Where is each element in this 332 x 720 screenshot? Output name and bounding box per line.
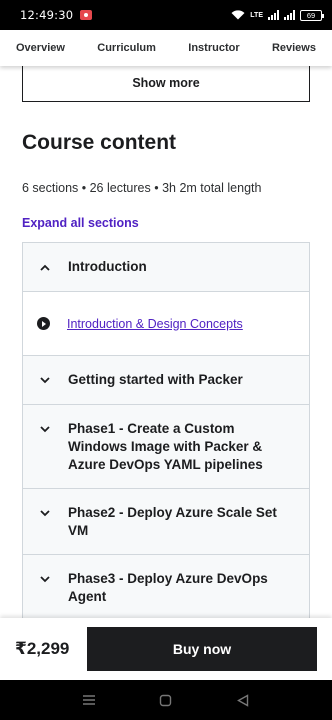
play-icon — [37, 317, 50, 330]
screen-record-icon — [80, 10, 93, 20]
chevron-down-icon — [37, 376, 53, 384]
menu-icon[interactable] — [79, 690, 99, 710]
buy-now-button[interactable]: Buy now — [87, 627, 317, 671]
tab-overview[interactable]: Overview — [16, 42, 65, 54]
tab-instructor[interactable]: Instructor — [188, 42, 239, 54]
course-price: ₹2,299 — [15, 639, 70, 658]
chevron-down-icon — [37, 570, 53, 588]
chevron-down-icon — [37, 504, 53, 522]
section-title: Phase1 - Create a Custom Windows Image w… — [68, 421, 263, 472]
battery-level: 69 — [306, 10, 316, 20]
section-title: Phase3 - Deploy Azure DevOps Agent — [68, 571, 268, 604]
section-title: Phase2 - Deploy Azure Scale Set VM — [68, 505, 277, 538]
battery-icon: 69 — [300, 9, 324, 21]
network-type-label: LTE — [250, 11, 263, 19]
status-bar: 12:49:30 LTE 69 — [0, 0, 332, 30]
status-icons: LTE 69 — [231, 9, 324, 21]
home-icon[interactable] — [156, 690, 176, 710]
course-summary: 6 sections • 26 lectures • 3h 2m total l… — [22, 181, 262, 195]
section-introduction[interactable]: Introduction — [23, 243, 309, 292]
system-nav-bar — [0, 680, 332, 720]
status-time: 12:49:30 — [20, 8, 74, 22]
signal-icon-2 — [284, 10, 295, 20]
course-tab-strip: Overview Curriculum Instructor Reviews — [0, 30, 332, 66]
back-icon[interactable] — [233, 690, 253, 710]
tab-reviews[interactable]: Reviews — [272, 42, 316, 54]
show-more-button[interactable]: Show more — [22, 64, 310, 102]
signal-icon — [268, 10, 279, 20]
lecture-item[interactable]: Introduction & Design Concepts — [23, 292, 309, 356]
section-title: Getting started with Packer — [68, 372, 243, 387]
course-content-heading: Course content — [22, 131, 177, 154]
curriculum-accordion: Introduction Introduction & Design Conce… — [22, 242, 310, 621]
chevron-up-icon — [37, 264, 53, 271]
tab-curriculum[interactable]: Curriculum — [97, 42, 156, 54]
section-phase2[interactable]: Phase2 - Deploy Azure Scale Set VM — [23, 489, 309, 555]
wifi-icon — [231, 10, 245, 20]
lecture-link[interactable]: Introduction & Design Concepts — [67, 317, 243, 331]
expand-all-sections-link[interactable]: Expand all sections — [22, 216, 139, 230]
section-phase3[interactable]: Phase3 - Deploy Azure DevOps Agent — [23, 555, 309, 621]
chevron-down-icon — [37, 420, 53, 438]
purchase-bar: ₹2,299 Buy now — [0, 618, 332, 680]
section-getting-started[interactable]: Getting started with Packer — [23, 356, 309, 405]
section-phase1[interactable]: Phase1 - Create a Custom Windows Image w… — [23, 405, 309, 489]
section-title: Introduction — [68, 259, 147, 274]
